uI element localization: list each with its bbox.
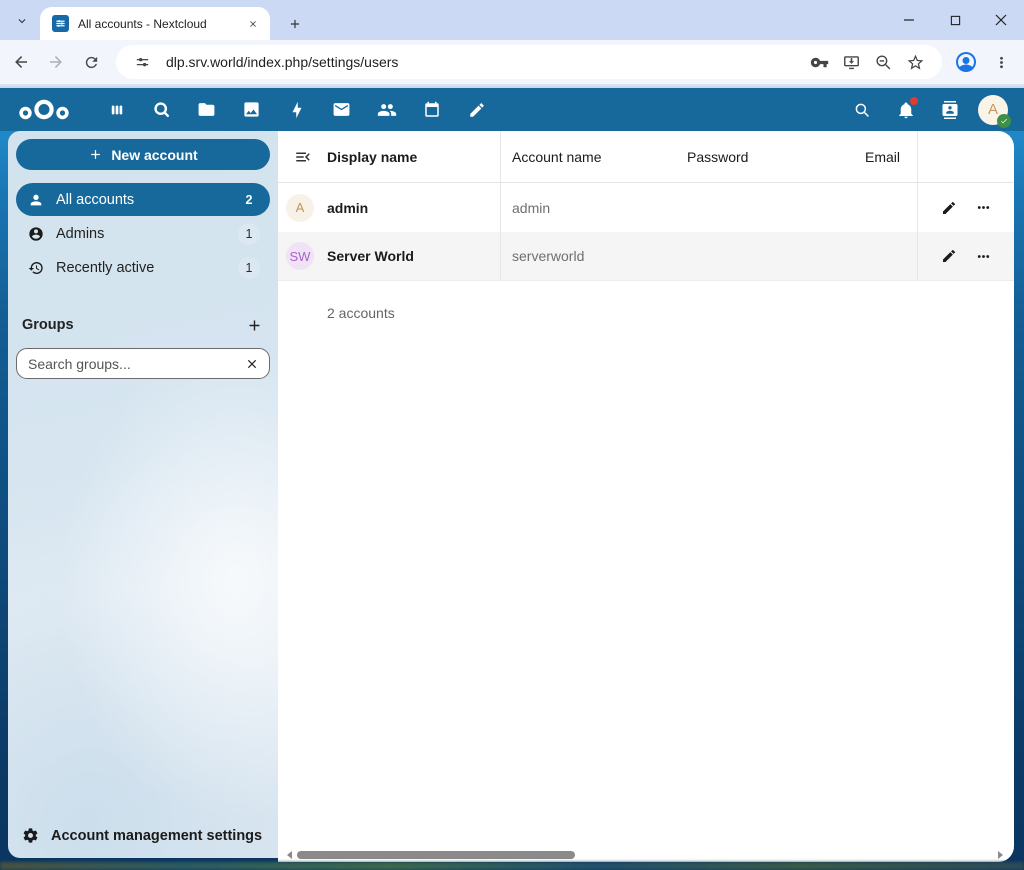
add-group-button[interactable] xyxy=(238,309,270,341)
status-check-badge xyxy=(997,114,1011,128)
count-badge: 2 xyxy=(238,189,260,211)
collapse-columns-icon[interactable] xyxy=(294,148,312,166)
horizontal-scrollbar[interactable] xyxy=(278,848,1014,862)
avatar: SW xyxy=(286,242,314,270)
sidebar-item-all-accounts[interactable]: All accounts 2 xyxy=(16,183,270,216)
count-badge: 1 xyxy=(238,257,260,279)
reload-button[interactable] xyxy=(77,46,106,78)
scrollbar-thumb[interactable] xyxy=(297,851,575,859)
new-account-button[interactable]: New account xyxy=(16,139,270,170)
close-button[interactable] xyxy=(978,0,1024,40)
table-row: SW Server World serverworld xyxy=(278,232,1014,281)
more-icon[interactable] xyxy=(966,239,1000,273)
minimize-button[interactable] xyxy=(886,0,932,40)
groups-label: Groups xyxy=(22,317,238,333)
tab-title: All accounts - Nextcloud xyxy=(78,17,244,31)
edit-icon[interactable] xyxy=(932,191,966,225)
scroll-left-icon[interactable] xyxy=(286,851,294,859)
column-email: Email xyxy=(865,149,900,165)
back-button[interactable] xyxy=(6,46,35,78)
search-icon[interactable] xyxy=(139,88,184,131)
nextcloud-settings-favicon xyxy=(52,15,69,32)
user-avatar-initial: A xyxy=(988,101,998,118)
nextcloud-logo[interactable] xyxy=(18,97,70,123)
zoom-out-icon[interactable] xyxy=(870,48,898,76)
sidebar-item-recently-active[interactable]: Recently active 1 xyxy=(16,251,270,284)
header-right: A xyxy=(840,88,1016,131)
settings-footer-label: Account management settings xyxy=(51,828,262,844)
notifications-bell-icon[interactable] xyxy=(884,88,928,131)
gear-icon xyxy=(22,827,39,844)
browser-tab[interactable]: All accounts - Nextcloud xyxy=(40,7,270,40)
mail-icon[interactable] xyxy=(319,88,364,131)
notification-dot xyxy=(910,97,918,105)
display-name: admin xyxy=(327,200,368,216)
column-password: Password xyxy=(687,149,748,165)
sidebar: New account All accounts 2 Admins 1 xyxy=(8,131,278,858)
bookmark-star-icon[interactable] xyxy=(902,48,930,76)
contacts-book-icon[interactable] xyxy=(928,88,972,131)
more-icon[interactable] xyxy=(966,191,1000,225)
tab-close-icon[interactable] xyxy=(244,15,262,33)
calendar-icon[interactable] xyxy=(409,88,454,131)
search-groups-input[interactable] xyxy=(28,356,239,372)
browser-menu-icon[interactable] xyxy=(988,48,1016,76)
scroll-right-icon[interactable] xyxy=(996,851,1004,859)
browser-profile-icon[interactable] xyxy=(950,46,982,78)
photos-icon[interactable] xyxy=(229,88,274,131)
app-content: New account All accounts 2 Admins 1 xyxy=(0,131,1024,870)
window-controls xyxy=(886,0,1024,40)
app-menu xyxy=(94,88,499,131)
display-name: Server World xyxy=(327,248,414,264)
group-search xyxy=(16,348,270,379)
wallpaper-bottom-edge xyxy=(0,862,1024,870)
sidebar-item-admins[interactable]: Admins 1 xyxy=(16,217,270,250)
notes-icon[interactable] xyxy=(454,88,499,131)
column-display-name: Display name xyxy=(327,149,417,165)
admin-icon xyxy=(28,226,44,242)
tab-strip: All accounts - Nextcloud xyxy=(0,0,1024,40)
passwords-key-icon[interactable] xyxy=(806,48,834,76)
new-tab-button[interactable] xyxy=(282,11,308,37)
account-filters: All accounts 2 Admins 1 Recently active … xyxy=(16,183,270,284)
avatar: A xyxy=(286,194,314,222)
user-avatar[interactable]: A xyxy=(978,95,1008,125)
accounts-panel: Display name Account name Password Email… xyxy=(278,131,1014,862)
unified-search-icon[interactable] xyxy=(840,88,884,131)
url-input[interactable] xyxy=(166,54,806,70)
omnibox[interactable] xyxy=(116,45,942,79)
account-name: serverworld xyxy=(512,248,584,264)
activity-icon[interactable] xyxy=(274,88,319,131)
contacts-icon[interactable] xyxy=(364,88,409,131)
table-row: A admin admin xyxy=(278,183,1014,232)
account-icon xyxy=(28,192,44,208)
table-header: Display name Account name Password Email xyxy=(278,131,1014,183)
chevron-down-icon xyxy=(15,14,29,28)
account-name: admin xyxy=(512,200,550,216)
history-icon xyxy=(28,260,44,276)
sidebar-item-label: Admins xyxy=(56,226,238,242)
account-management-settings-button[interactable]: Account management settings xyxy=(22,827,262,844)
groups-section-header: Groups xyxy=(22,308,270,342)
count-badge: 1 xyxy=(238,223,260,245)
maximize-button[interactable] xyxy=(932,0,978,40)
browser-actions xyxy=(950,46,1024,78)
sidebar-item-label: Recently active xyxy=(56,260,238,276)
install-app-icon[interactable] xyxy=(838,48,866,76)
tab-search-button[interactable] xyxy=(8,8,36,34)
browser-window: All accounts - Nextcloud xyxy=(0,0,1024,870)
dashboard-icon[interactable] xyxy=(94,88,139,131)
site-info-icon[interactable] xyxy=(128,49,158,75)
column-account-name: Account name xyxy=(512,149,602,165)
sidebar-item-label: All accounts xyxy=(56,192,238,208)
forward-button[interactable] xyxy=(41,46,70,78)
new-account-label: New account xyxy=(111,147,197,163)
clear-search-icon[interactable] xyxy=(239,351,265,377)
edit-icon[interactable] xyxy=(932,239,966,273)
files-icon[interactable] xyxy=(184,88,229,131)
browser-toolbar xyxy=(0,40,1024,86)
nextcloud-header: A xyxy=(0,88,1024,131)
accounts-summary: 2 accounts xyxy=(278,281,1014,321)
